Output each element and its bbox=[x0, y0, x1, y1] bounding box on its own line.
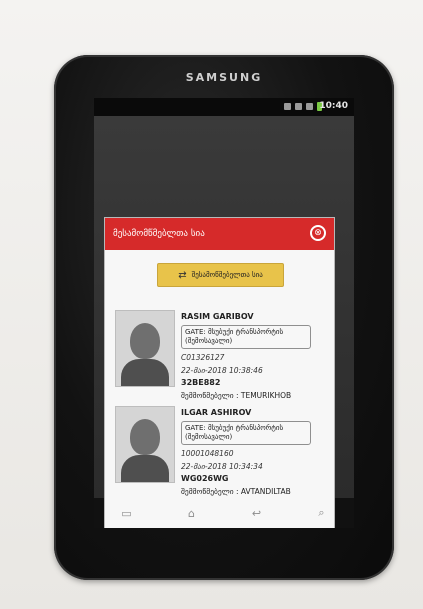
screen: 10:40 მესამომწმებლთა სია ⊗ ⇄ შესამოწმებე… bbox=[94, 98, 354, 528]
gate-label: GATE: მსუბუქი ტრანსპორტის (შემოსავალი) bbox=[181, 325, 311, 349]
avatar-body bbox=[121, 359, 169, 386]
close-icon[interactable]: ⊗ bbox=[310, 225, 326, 241]
person-name: RASIM GARIBOV bbox=[181, 312, 254, 321]
dialog-title: მესამომწმებლთა სია bbox=[113, 229, 205, 239]
avatar-head bbox=[130, 419, 160, 455]
avatar-head bbox=[130, 323, 160, 359]
menu-icon[interactable]: ▭ bbox=[115, 507, 139, 520]
avatar-body bbox=[121, 455, 169, 482]
list-item[interactable]: ILGAR ASHIROV GATE: მსუბუქი ტრანსპორტის … bbox=[115, 406, 331, 498]
checker-name: შემმოწმებელი : AVTANDILTAB bbox=[181, 487, 291, 496]
notification-icon bbox=[284, 103, 291, 110]
signal-icon bbox=[306, 103, 313, 110]
record-info: ILGAR ASHIROV GATE: მსუბუქი ტრანსპორტის … bbox=[181, 406, 331, 496]
search-icon[interactable]: ⌕ bbox=[310, 506, 334, 520]
tablet-device: SAMSUNG 10:40 მესამომწმებლთა სია ⊗ ⇄ შეს… bbox=[54, 55, 394, 580]
status-bar: 10:40 bbox=[94, 98, 354, 116]
wifi-icon bbox=[295, 103, 302, 110]
vehicle-plate: 32BE882 bbox=[181, 378, 221, 387]
device-brand: SAMSUNG bbox=[185, 71, 263, 84]
document-id: 10001048160 bbox=[181, 449, 234, 458]
avatar bbox=[115, 406, 175, 483]
android-nav-bar: ▭ ⌂ ↩ ⌕ bbox=[94, 498, 354, 528]
inspection-list-button[interactable]: ⇄ შესამოწმებელთა სია bbox=[157, 263, 284, 287]
record-datetime: 22-მაი-2018 10:38:46 bbox=[181, 366, 263, 375]
checker-name: შემმოწმებელი : TEMURIKHOB bbox=[181, 391, 292, 400]
record-info: RASIM GARIBOV GATE: მსუბუქი ტრანსპორტის … bbox=[181, 310, 331, 400]
status-time: 10:40 bbox=[319, 101, 348, 111]
status-icons bbox=[284, 102, 322, 111]
record-datetime: 22-მაი-2018 10:34:34 bbox=[181, 462, 263, 471]
avatar bbox=[115, 310, 175, 387]
gate-label: GATE: მსუბუქი ტრანსპორტის (შემოსავალი) bbox=[181, 421, 311, 445]
person-name: ILGAR ASHIROV bbox=[181, 408, 252, 417]
inspection-list-dialog: მესამომწმებლთა სია ⊗ ⇄ შესამოწმებელთა სი… bbox=[105, 218, 334, 528]
document-id: C01326127 bbox=[181, 353, 225, 362]
inspection-list-button-label: შესამოწმებელთა სია bbox=[191, 271, 263, 279]
home-icon[interactable]: ⌂ bbox=[180, 507, 204, 520]
vehicle-plate: WG026WG bbox=[181, 474, 229, 483]
swap-icon: ⇄ bbox=[178, 269, 187, 281]
list-item[interactable]: RASIM GARIBOV GATE: მსუბუქი ტრანსპორტის … bbox=[115, 310, 331, 402]
dialog-header: მესამომწმებლთა სია ⊗ bbox=[105, 218, 334, 250]
back-icon[interactable]: ↩ bbox=[245, 507, 269, 520]
